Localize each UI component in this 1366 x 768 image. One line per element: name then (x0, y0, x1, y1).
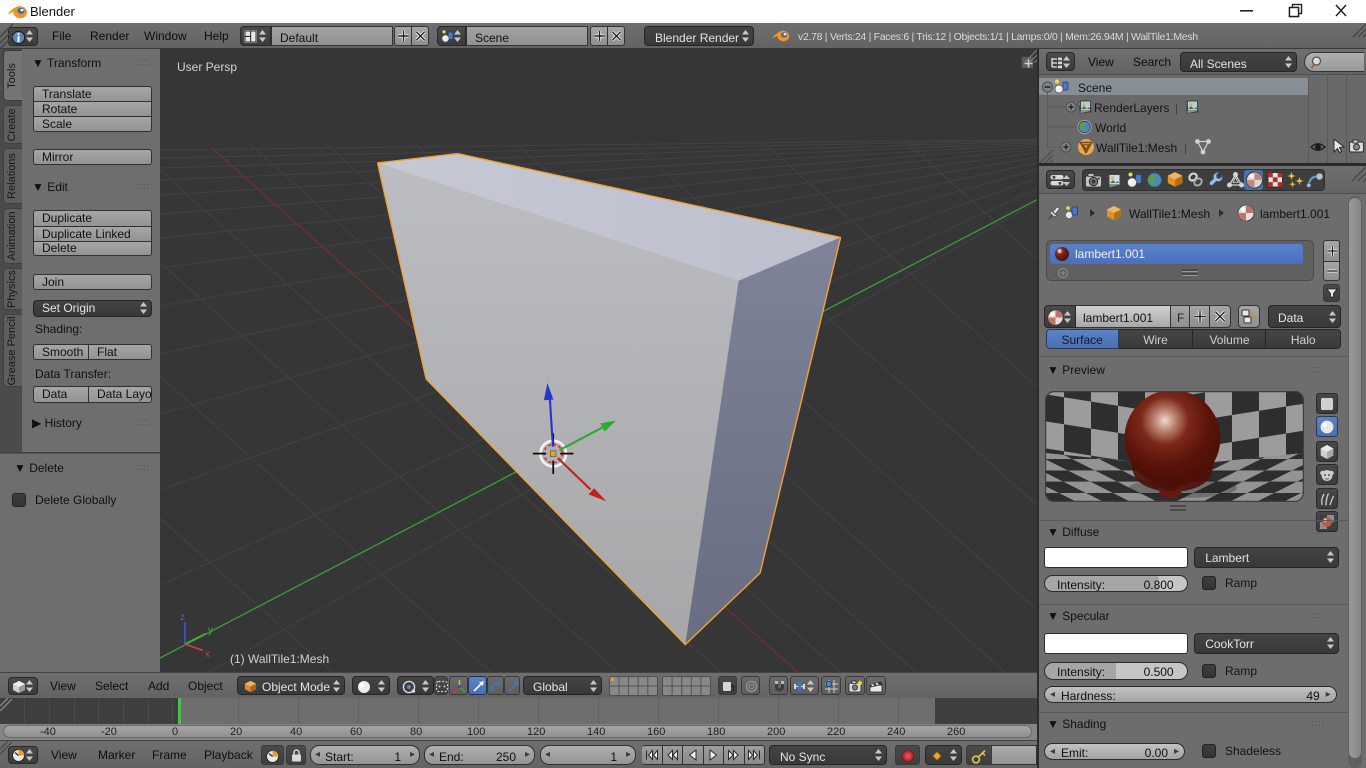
svg-text:x: x (205, 649, 210, 660)
svg-text:z: z (180, 612, 185, 623)
svg-text:y: y (208, 625, 213, 636)
